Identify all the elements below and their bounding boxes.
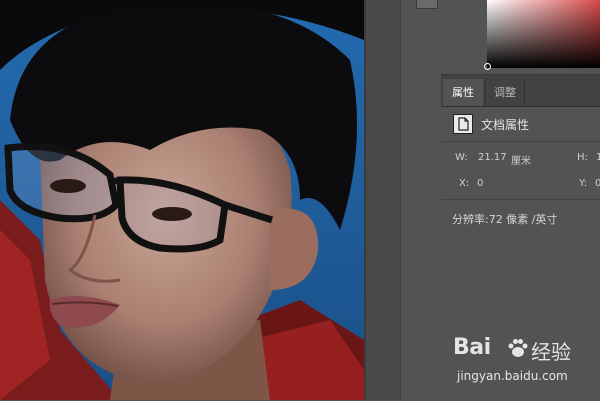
- document-canvas[interactable]: [0, 0, 364, 400]
- y-value[interactable]: 0: [595, 178, 600, 189]
- resolution-label: 分辨率:: [452, 213, 489, 226]
- x-label: X:: [459, 178, 470, 189]
- pasteboard-gutter: [366, 0, 400, 400]
- width-value[interactable]: 21.17: [478, 152, 507, 163]
- watermark-url: jingyan.baidu.com: [457, 369, 568, 383]
- panel-tab-bar: 属性 调整: [441, 75, 600, 107]
- color-saturation-field[interactable]: [487, 0, 600, 68]
- color-panel: [441, 0, 600, 74]
- tab-properties[interactable]: 属性: [443, 79, 483, 106]
- tab-adjustments[interactable]: 调整: [485, 79, 525, 106]
- height-label: H:: [577, 152, 588, 163]
- watermark-logo-suffix: 经验: [531, 340, 571, 364]
- divider: [441, 199, 600, 200]
- document-properties-header: 文档属性: [441, 107, 600, 141]
- width-unit[interactable]: 厘米: [511, 152, 531, 167]
- baidu-watermark: Bai 经验 jingyan.baidu.com: [445, 333, 595, 395]
- y-label: Y:: [579, 178, 588, 189]
- document-icon: [453, 114, 473, 134]
- color-picker-handle[interactable]: [484, 63, 491, 70]
- panel-dock-strip: [400, 0, 442, 400]
- width-label: W:: [455, 152, 468, 163]
- x-value[interactable]: 0: [477, 178, 483, 189]
- divider: [441, 141, 600, 142]
- height-value[interactable]: 1: [596, 152, 600, 163]
- resolution-value: 72 像素 /英寸: [488, 213, 558, 226]
- resolution-row: 分辨率:72 像素 /英寸: [452, 211, 557, 227]
- watermark-logo-text: Bai: [453, 335, 491, 360]
- section-title: 文档属性: [481, 118, 530, 132]
- dock-collapse-button[interactable]: [416, 0, 438, 9]
- portrait-photo: [0, 0, 364, 400]
- baidu-paw-icon: [508, 339, 528, 357]
